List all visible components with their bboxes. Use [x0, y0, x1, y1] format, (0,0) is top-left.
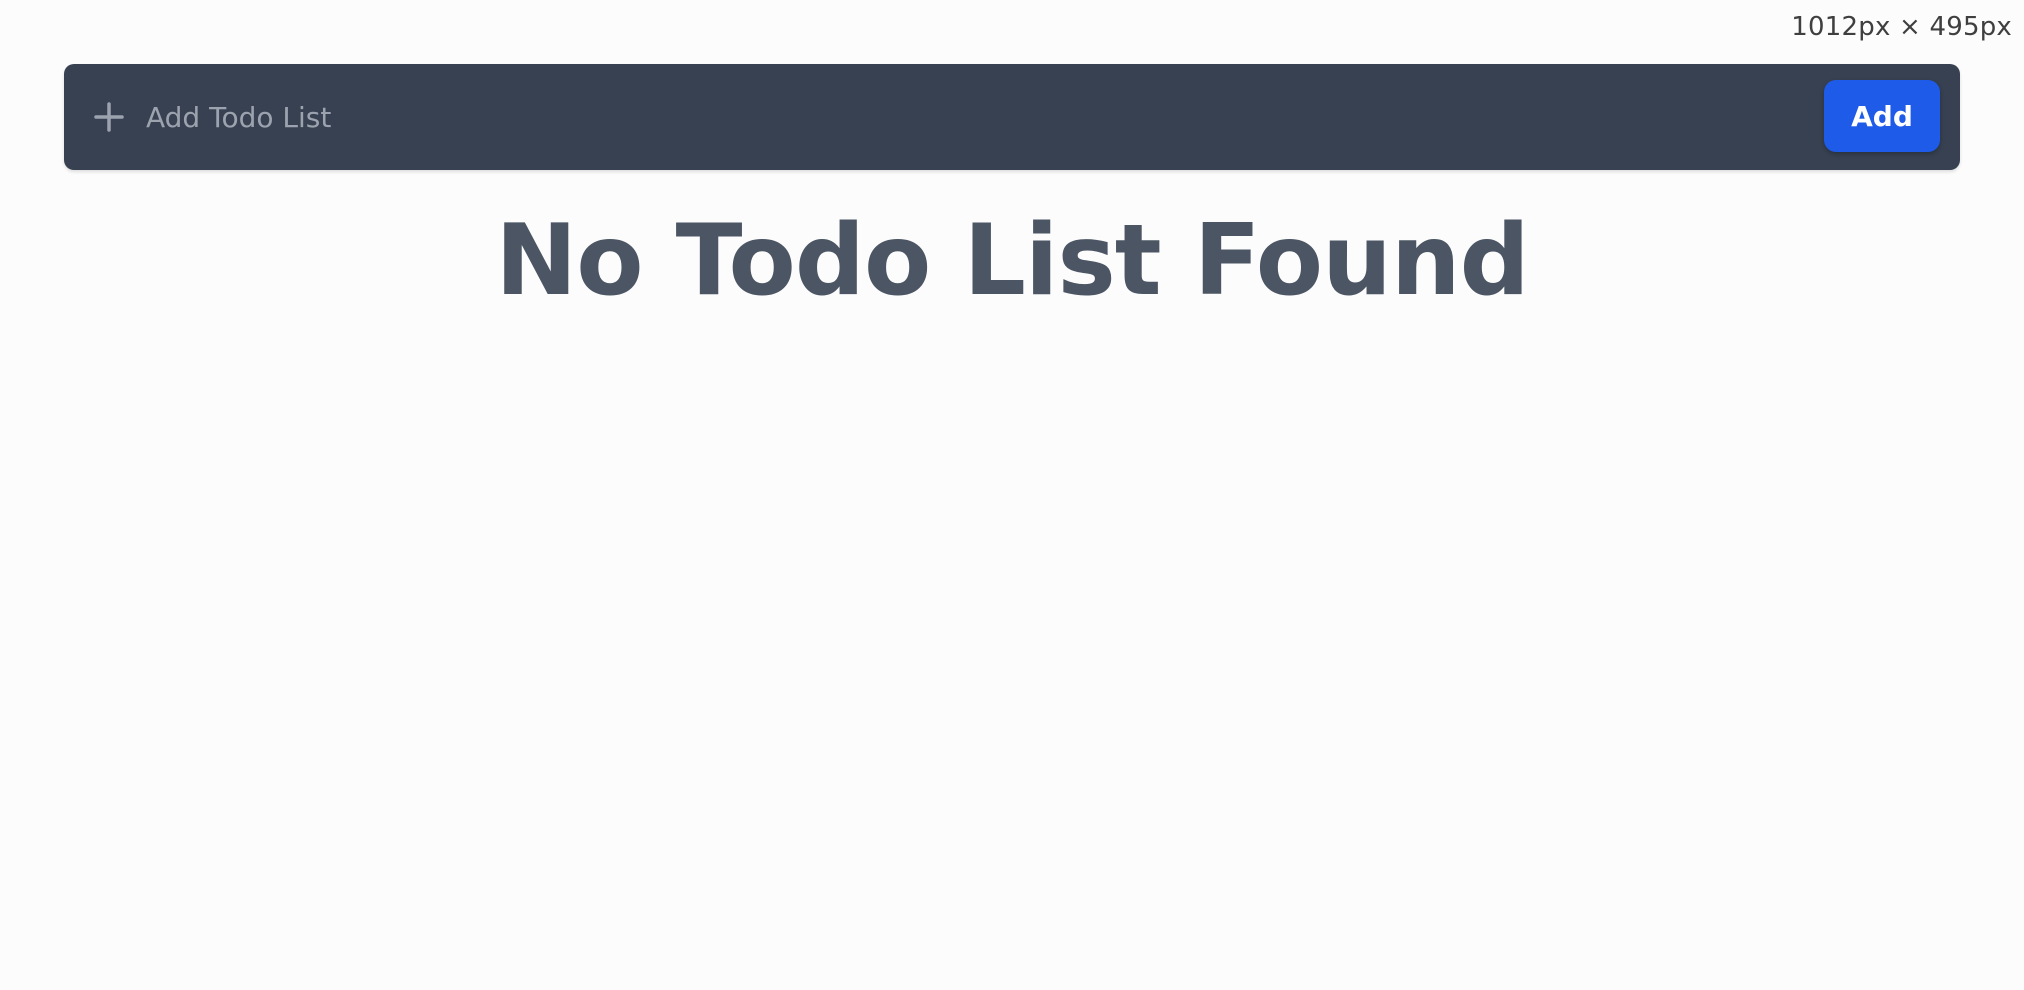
add-todo-input[interactable] [146, 86, 1846, 148]
empty-state-heading: No Todo List Found [495, 204, 1530, 318]
plus-icon [94, 102, 124, 132]
viewport-size-readout: 1012px × 495px [1791, 12, 2012, 42]
add-todo-bar: Add [64, 64, 1960, 170]
add-button[interactable]: Add [1824, 80, 1940, 152]
